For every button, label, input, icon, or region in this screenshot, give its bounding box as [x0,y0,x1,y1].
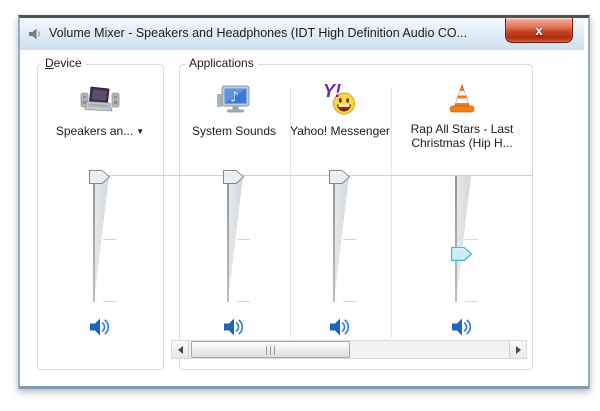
system-sounds-mute-button[interactable] [221,317,247,339]
svg-text:Y!: Y! [323,82,341,101]
slider-tick [237,239,250,240]
chevron-down-icon: ▼ [136,127,145,136]
screenshot-stage: Volume Mixer - Speakers and Headphones (… [0,0,600,411]
titlebar[interactable]: Volume Mixer - Speakers and Headphones (… [20,18,584,51]
system-sounds-icon: ♪ [217,85,250,113]
slider-tick [237,301,250,302]
device-selector-label: Speakers an... [55,124,134,138]
close-button[interactable]: x [505,18,573,43]
scrollbar-thumb[interactable] [191,341,350,358]
scroll-right-arrow-icon [515,346,521,354]
slider-tick [343,301,356,302]
system-sounds-slider-track-line [227,176,229,302]
device-label-mnemonic: D [45,56,54,70]
yahoo-mute-button[interactable] [327,317,353,339]
device-group-label: Device [41,56,86,70]
yahoo-slider-track-line [333,176,335,302]
device-slider-track-line [93,176,95,302]
window-title: Volume Mixer - Speakers and Headphones (… [49,26,468,40]
app-name-yahoo-messenger: Yahoo! Messenger [290,124,390,138]
device-laptop-speakers-icon [80,86,120,112]
speaker-volume-icon [330,318,350,336]
slider-tick [465,301,478,302]
close-icon: x [535,23,543,38]
scroll-left-button[interactable] [172,341,189,358]
device-mute-button[interactable] [87,317,113,339]
scroll-left-arrow-icon [177,346,183,354]
volume-mixer-window: Volume Mixer - Speakers and Headphones (… [18,15,590,389]
vlc-slider-thumb[interactable] [451,247,472,261]
slider-top-guideline [101,175,532,176]
vlc-cone-icon [449,84,475,113]
slider-tick [465,239,478,240]
applications-horizontal-scrollbar[interactable] [171,340,527,359]
system-sounds-slider-thumb[interactable] [223,170,244,184]
device-slider-thumb[interactable] [89,170,110,184]
app-name-vlc-track: Rap All Stars - Last Christmas (Hip H... [410,122,514,150]
device-label-rest: evice [53,56,82,70]
yahoo-slider-thumb[interactable] [329,170,350,184]
slider-tick [343,239,356,240]
scroll-right-button[interactable] [509,341,526,358]
client-area: Device Applications Speakers an... ▼ ♪ S… [20,50,584,383]
vlc-mute-button[interactable] [449,317,475,339]
device-selector-button[interactable]: Speakers an... ▼ [40,124,160,138]
svg-text:♪: ♪ [230,90,239,106]
yahoo-messenger-icon: Y! [323,82,355,115]
speaker-volume-icon [224,318,244,336]
vlc-slider-track-line [455,176,457,302]
speaker-volume-icon [452,318,472,336]
applications-group-label: Applications [185,56,258,70]
slider-tick [103,301,116,302]
window-speaker-icon [29,28,40,40]
slider-tick [103,239,116,240]
speaker-volume-icon [90,318,110,336]
scrollbar-grip-icon [265,346,277,355]
